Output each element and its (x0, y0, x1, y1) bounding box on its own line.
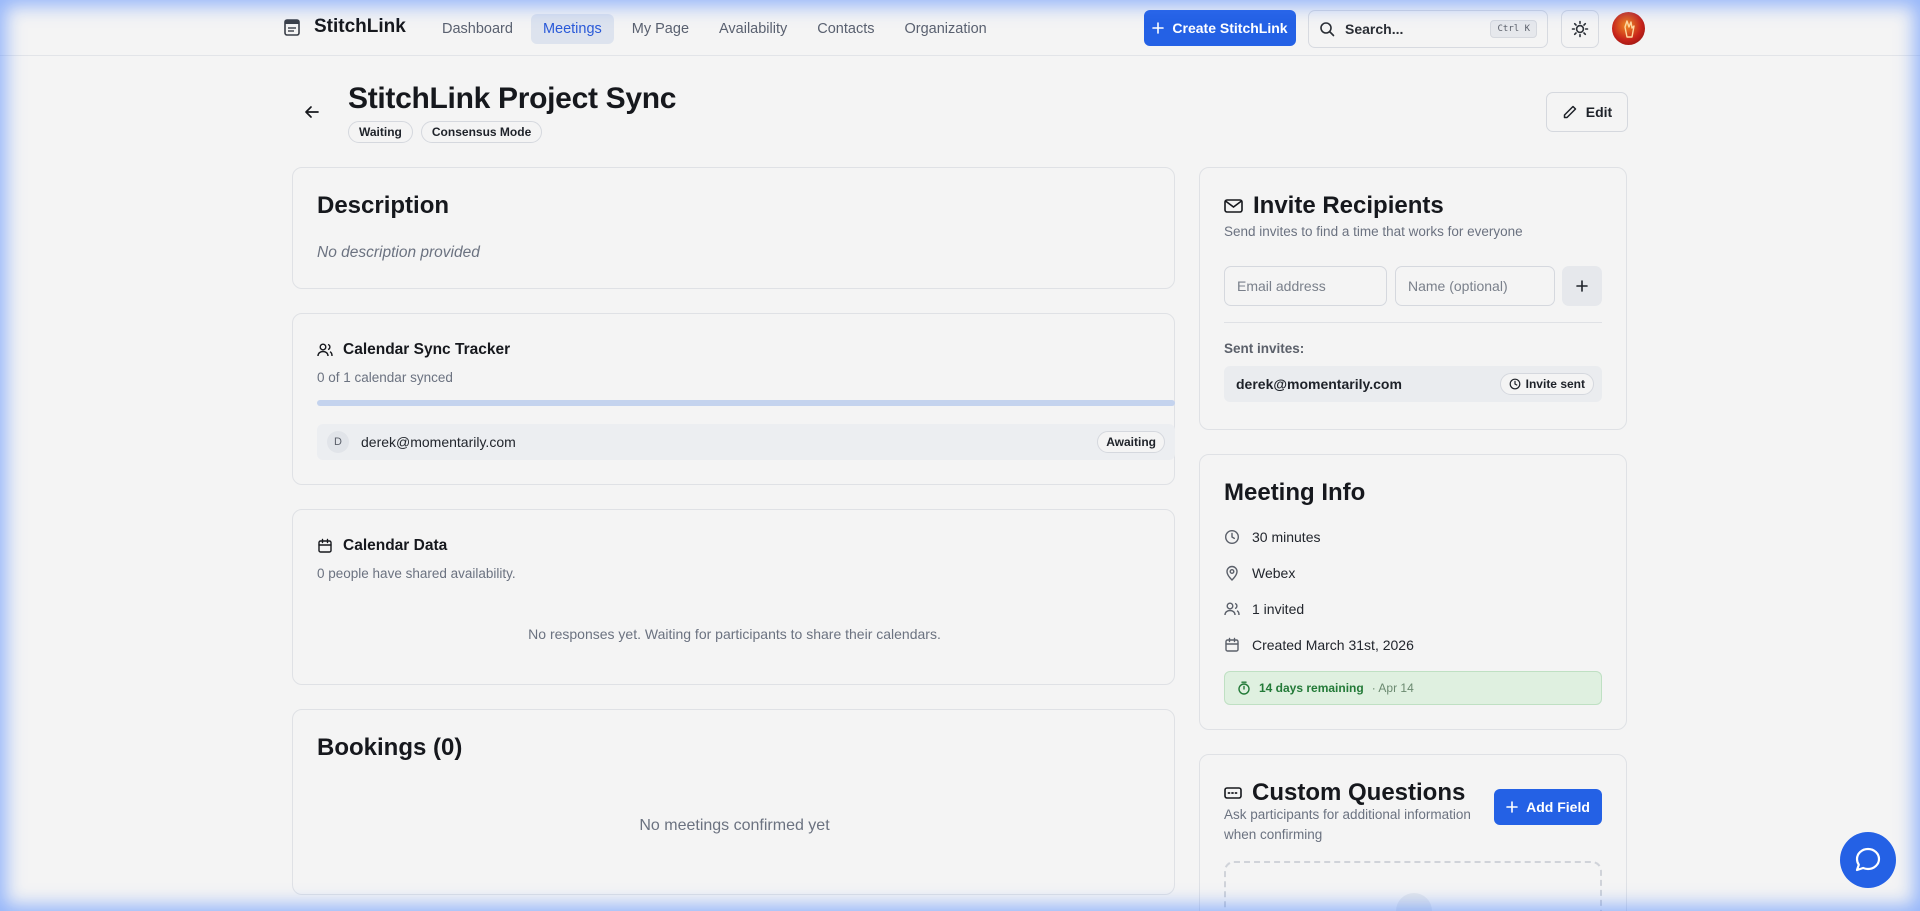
participant-status-badge: Awaiting (1097, 431, 1165, 453)
created-text: Created March 31st, 2026 (1252, 637, 1414, 653)
invited-row: 1 invited (1224, 601, 1304, 617)
invite-status-label: Invite sent (1525, 377, 1585, 391)
invite-status-badge: Invite sent (1499, 373, 1594, 395)
add-field-label: Add Field (1526, 799, 1590, 815)
avatar-hand-icon (1623, 19, 1635, 38)
sent-invite-email: derek@momentarily.com (1236, 376, 1402, 392)
top-nav: StitchLink Dashboard Meetings My Page Av… (0, 0, 1920, 56)
add-field-button[interactable]: Add Field (1494, 789, 1602, 825)
empty-fields-icon (1396, 893, 1432, 911)
pencil-icon (1563, 105, 1577, 119)
mail-icon (1224, 199, 1243, 213)
bookings-card: Bookings (0) No meetings confirmed yet (292, 709, 1175, 895)
meeting-info-card: Meeting Info 30 minutes Webex 1 invited … (1199, 454, 1627, 730)
custom-questions-header: Custom Questions (1224, 779, 1465, 807)
location-text: Webex (1252, 565, 1296, 581)
description-text: No description provided (317, 244, 480, 261)
brand[interactable]: StitchLink (284, 16, 406, 38)
custom-questions-heading: Custom Questions (1252, 779, 1466, 806)
custom-questions-subtitle: Ask participants for additional informat… (1224, 807, 1471, 842)
invited-text: 1 invited (1252, 601, 1305, 617)
calendar-data-summary: 0 people have shared availability. (317, 566, 516, 581)
created-row: Created March 31st, 2026 (1224, 637, 1414, 653)
duration-row: 30 minutes (1224, 529, 1320, 545)
calendar-icon (1225, 637, 1239, 652)
nav-contacts[interactable]: Contacts (805, 14, 886, 44)
empty-fields-dropzone (1224, 861, 1602, 911)
meeting-info-heading: Meeting Info (1224, 479, 1366, 506)
bookings-empty: No meetings confirmed yet (639, 817, 830, 834)
status-badge: Waiting (348, 121, 413, 143)
description-card: Description No description provided (292, 167, 1175, 289)
bookings-heading: Bookings (0) (317, 734, 463, 761)
arrow-left-icon (305, 106, 319, 118)
user-avatar[interactable] (1612, 12, 1645, 45)
participant-email: derek@momentarily.com (361, 434, 516, 450)
calendar-data-header: Calendar Data (317, 537, 447, 555)
remaining-text: 14 days remaining (1259, 681, 1364, 695)
sync-tracker-summary: 0 of 1 calendar synced (317, 370, 453, 385)
map-pin-icon (1226, 565, 1238, 581)
mode-badge: Consensus Mode (420, 121, 543, 143)
participant-avatar: D (327, 431, 349, 453)
sync-tracker-card: Calendar Sync Tracker 0 of 1 calendar sy… (292, 313, 1175, 485)
sync-tracker-heading: Calendar Sync Tracker (343, 341, 511, 358)
chat-bubble-icon (1855, 847, 1881, 872)
timer-icon (1238, 681, 1250, 695)
users-icon (317, 343, 333, 357)
nav-organization[interactable]: Organization (893, 14, 999, 44)
chat-button[interactable] (1840, 832, 1896, 888)
add-recipient-button[interactable] (1562, 266, 1602, 306)
sent-invites-label: Sent invites: (1224, 341, 1305, 356)
custom-questions-card: Custom Questions Ask participants for ad… (1199, 754, 1627, 911)
remaining-banner: 14 days remaining · Apr 14 (1224, 671, 1602, 705)
plus-icon (1576, 280, 1588, 292)
calendar-data-heading: Calendar Data (343, 537, 448, 554)
invite-header: Invite Recipients (1224, 192, 1444, 220)
plus-icon (1152, 22, 1165, 34)
plus-icon (1506, 801, 1518, 813)
calendar-data-empty: No responses yet. Waiting for participan… (528, 626, 941, 642)
name-field[interactable]: Name (optional) (1395, 266, 1555, 306)
duration-text: 30 minutes (1252, 529, 1321, 545)
main-nav: Dashboard Meetings My Page Availability … (430, 14, 999, 44)
create-button-label: Create StitchLink (1172, 20, 1288, 36)
page-title: StitchLink Project Sync (348, 82, 677, 115)
nav-meetings[interactable]: Meetings (530, 14, 614, 44)
description-heading: Description (317, 192, 450, 219)
search-label: Search... (1345, 21, 1404, 37)
status-badges: Waiting Consensus Mode (348, 121, 543, 143)
calendar-icon (318, 538, 332, 553)
invite-card: Invite Recipients Send invites to find a… (1199, 167, 1627, 430)
create-stitchlink-button[interactable]: Create StitchLink (1144, 10, 1296, 46)
deadline-text: · Apr 14 (1371, 681, 1414, 695)
nav-availability[interactable]: Availability (707, 14, 799, 44)
sync-progress-bar (317, 400, 1175, 406)
edit-button[interactable]: Edit (1546, 92, 1628, 132)
list-item: derek@momentarily.com Invite sent (1224, 366, 1602, 402)
edit-label: Edit (1585, 104, 1613, 120)
email-field[interactable]: Email address (1224, 266, 1387, 306)
nav-my-page[interactable]: My Page (620, 14, 701, 44)
divider (1224, 322, 1602, 323)
list-item: D derek@momentarily.com Awaiting (317, 424, 1175, 460)
sun-icon (1571, 20, 1589, 38)
sync-tracker-header: Calendar Sync Tracker (317, 341, 510, 359)
search-icon (1320, 22, 1335, 37)
app-name: StitchLink (314, 16, 406, 37)
form-input-icon (1224, 787, 1242, 799)
app-logo-icon (284, 19, 300, 36)
invite-subtitle: Send invites to find a time that works f… (1224, 224, 1523, 239)
search-button[interactable]: Search... Ctrl K (1308, 10, 1548, 48)
calendar-data-card: Calendar Data 0 people have shared avail… (292, 509, 1175, 685)
location-row: Webex (1224, 565, 1295, 581)
invite-heading: Invite Recipients (1253, 192, 1444, 219)
clock-icon (1509, 378, 1521, 390)
back-button[interactable] (300, 100, 324, 124)
search-shortcut: Ctrl K (1490, 20, 1537, 38)
nav-dashboard[interactable]: Dashboard (430, 14, 525, 44)
clock-icon (1224, 529, 1240, 545)
theme-toggle-button[interactable] (1561, 10, 1599, 48)
users-icon (1224, 602, 1240, 616)
